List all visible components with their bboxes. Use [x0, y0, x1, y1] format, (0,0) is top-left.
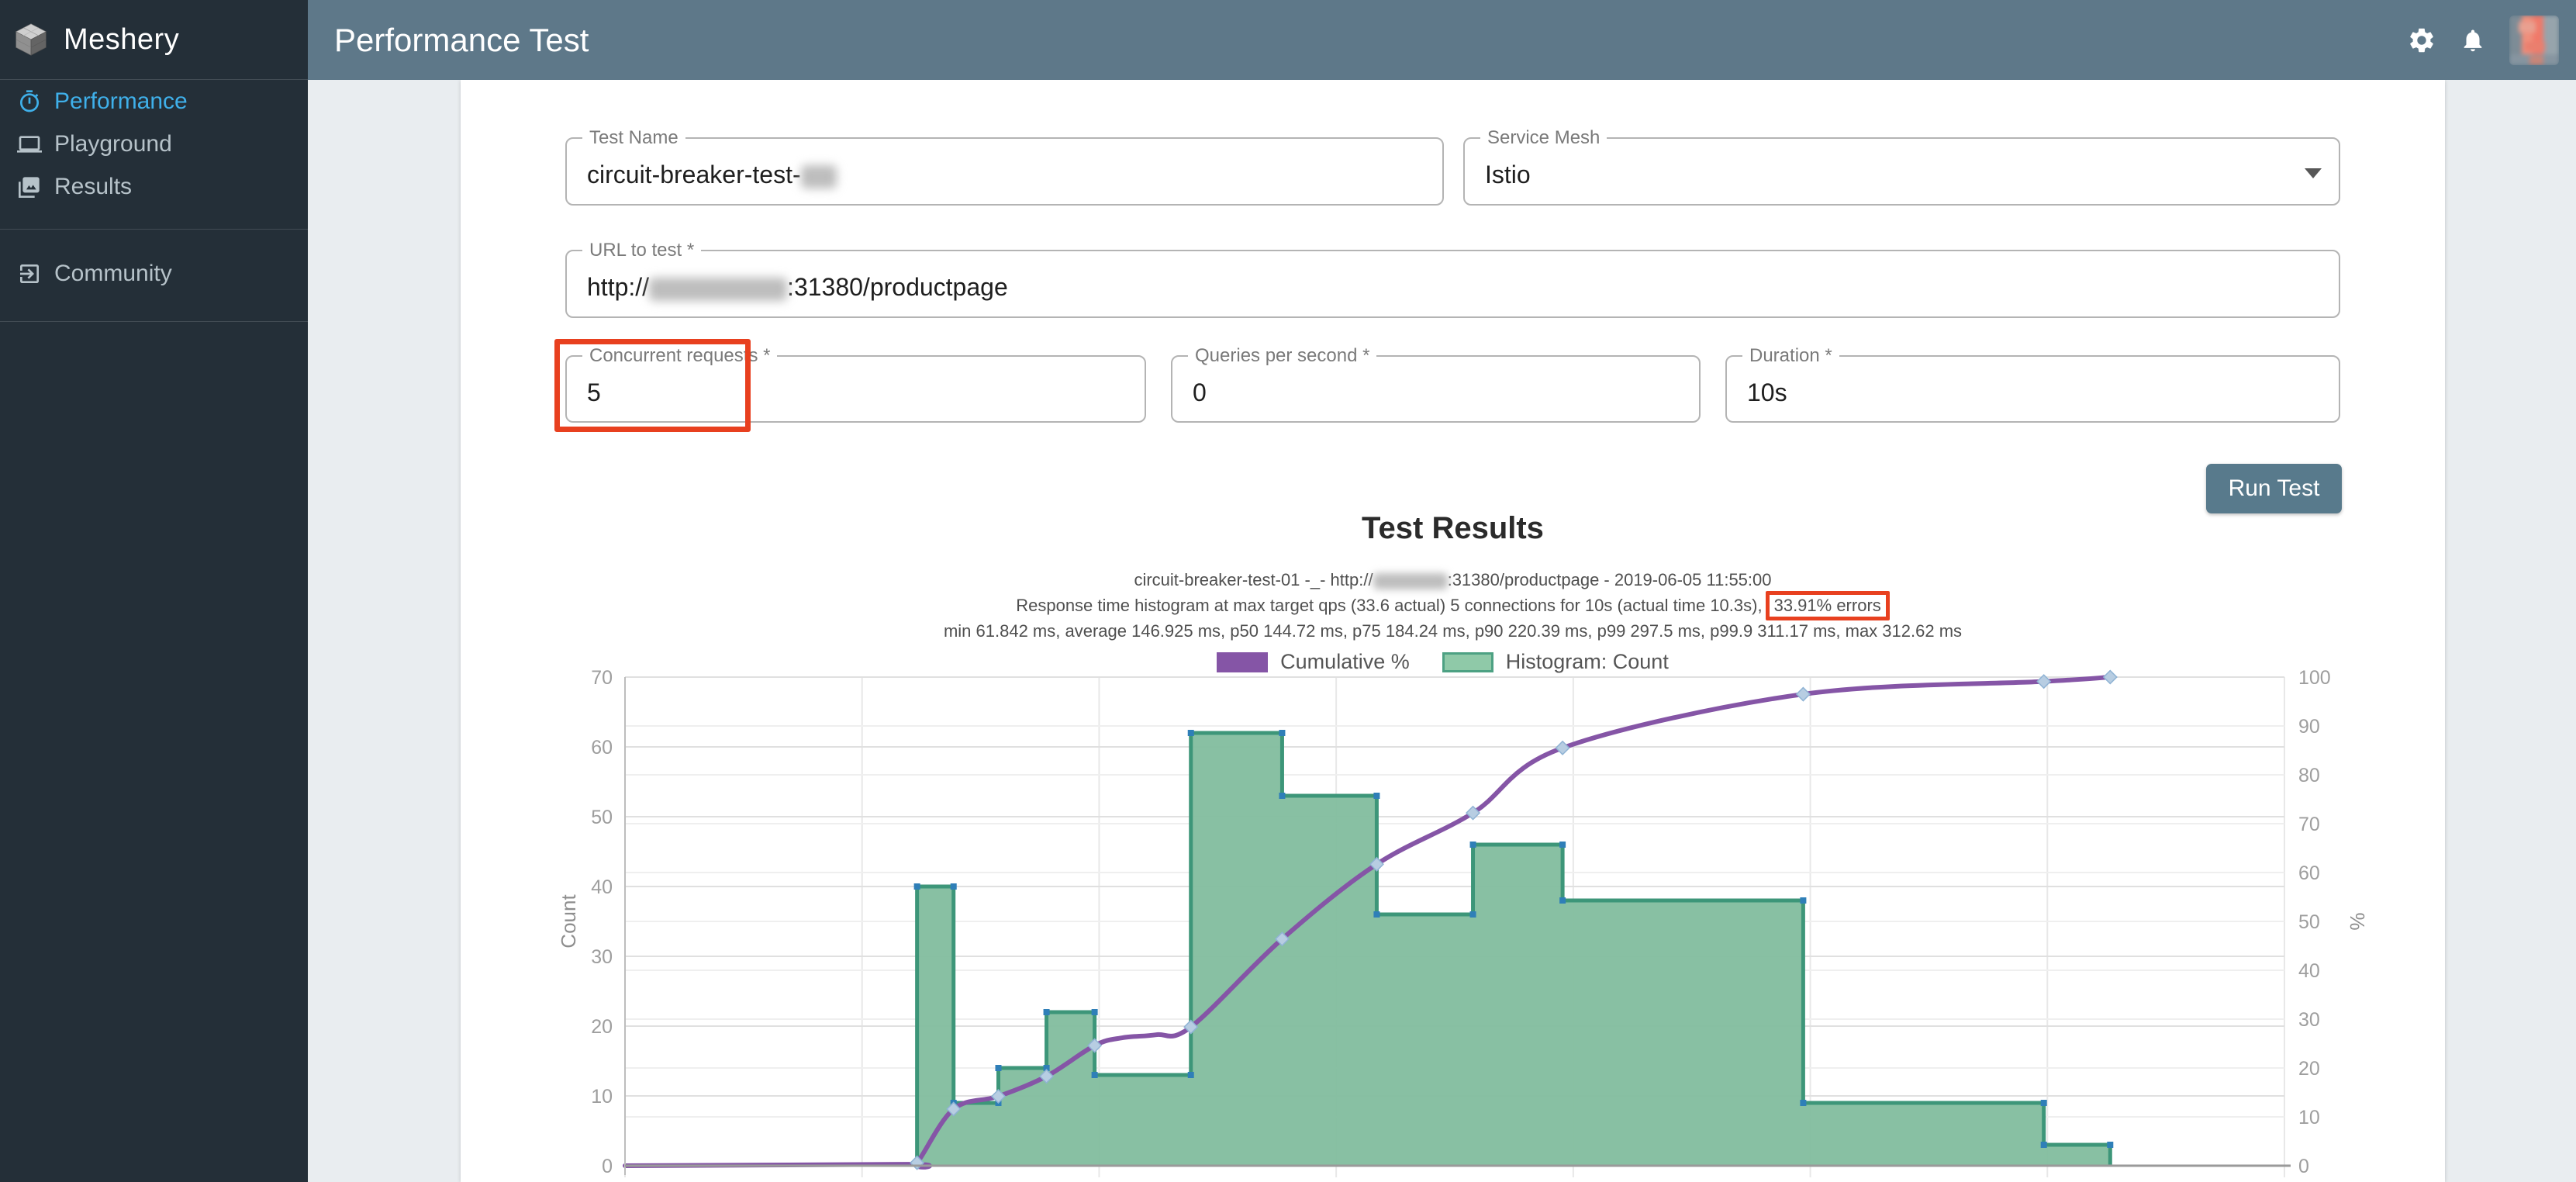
svg-text:0: 0: [602, 1156, 613, 1177]
svg-text:60: 60: [2298, 862, 2320, 884]
run-test-button[interactable]: Run Test: [2206, 464, 2342, 513]
svg-text:30: 30: [591, 946, 613, 968]
concurrent-requests-field[interactable]: Concurrent requests * 5: [565, 355, 1146, 423]
test-results-title: Test Results: [461, 511, 2445, 546]
svg-text:70: 70: [2298, 814, 2320, 835]
svg-text:50: 50: [2298, 911, 2320, 933]
url-label: URL to test *: [582, 240, 701, 261]
sidebar-item-label: Community: [54, 261, 172, 287]
url-value: http://:31380/productpage: [587, 273, 1008, 302]
concurrent-requests-value: 5: [587, 378, 601, 406]
svg-text:80: 80: [2298, 765, 2320, 786]
sidebar-item-performance[interactable]: Performance: [0, 80, 308, 123]
test-results-summary: circuit-breaker-test-01 -_- http://:3138…: [461, 569, 2445, 642]
brand-name: Meshery: [64, 23, 179, 57]
user-avatar[interactable]: [2509, 16, 2559, 65]
duration-value: 10s: [1747, 378, 1787, 406]
svg-text:90: 90: [2298, 716, 2320, 738]
latency-histogram-chart: 0 10 20 30 40 50 60 70 0 10 20 30 40 50 60 70 80 90 100 Cou…: [461, 669, 2445, 1182]
svg-text:40: 40: [591, 876, 613, 898]
brand-row[interactable]: Meshery: [0, 0, 308, 80]
laptop-icon: [17, 132, 42, 157]
summary-line-3: min 61.842 ms, average 146.925 ms, p50 1…: [461, 620, 2445, 642]
sidebar-item-community[interactable]: Community: [0, 252, 308, 295]
performance-test-card: Test Name circuit-breaker-test- Service …: [461, 80, 2445, 1182]
sidebar: Meshery Performance Playground Results: [0, 0, 308, 1182]
svg-text:0: 0: [2298, 1156, 2309, 1177]
sidebar-item-label: Playground: [54, 131, 172, 157]
timer-icon: [17, 89, 42, 114]
exit-icon: [17, 261, 42, 286]
svg-text:Count: Count: [557, 894, 580, 949]
settings-gear-icon[interactable]: [2407, 26, 2436, 55]
meshery-logo-icon: [12, 22, 50, 57]
summary-line-1: circuit-breaker-test-01 -_- http://:3138…: [461, 569, 2445, 591]
sidebar-divider: [0, 229, 308, 230]
svg-text:%: %: [2346, 912, 2369, 930]
concurrent-requests-label: Concurrent requests *: [582, 345, 777, 367]
summary-line-2: Response time histogram at max target qp…: [461, 591, 2445, 620]
app-header: Performance Test: [308, 0, 2576, 80]
svg-text:70: 70: [591, 669, 613, 689]
results-icon: [17, 175, 42, 199]
redacted-text: [801, 164, 837, 188]
service-mesh-select[interactable]: Service Mesh Istio: [1463, 137, 2340, 206]
test-name-label: Test Name: [582, 127, 685, 149]
svg-text:50: 50: [591, 807, 613, 828]
queries-per-second-label: Queries per second *: [1188, 345, 1376, 367]
meshery-app: Meshery Performance Playground Results: [0, 0, 2576, 1182]
svg-text:10: 10: [591, 1086, 613, 1108]
svg-text:20: 20: [591, 1016, 613, 1038]
svg-text:100: 100: [2298, 669, 2331, 689]
notifications-bell-icon[interactable]: [2460, 26, 2486, 55]
service-mesh-label: Service Mesh: [1480, 127, 1607, 149]
duration-field[interactable]: Duration * 10s: [1725, 355, 2340, 423]
svg-text:20: 20: [2298, 1058, 2320, 1080]
svg-text:10: 10: [2298, 1107, 2320, 1128]
test-name-field[interactable]: Test Name circuit-breaker-test-: [565, 137, 1444, 206]
test-name-value: circuit-breaker-test-: [587, 161, 837, 189]
sidebar-item-label: Results: [54, 174, 132, 200]
service-mesh-value: Istio: [1485, 161, 1531, 189]
svg-text:30: 30: [2298, 1009, 2320, 1031]
queries-per-second-value: 0: [1193, 378, 1207, 406]
queries-per-second-field[interactable]: Queries per second * 0: [1171, 355, 1701, 423]
page-title: Performance Test: [334, 22, 589, 59]
page-content: Test Name circuit-breaker-test- Service …: [308, 80, 2576, 1182]
sidebar-item-playground[interactable]: Playground: [0, 123, 308, 165]
sidebar-item-results[interactable]: Results: [0, 165, 308, 208]
svg-text:60: 60: [591, 737, 613, 759]
duration-label: Duration *: [1742, 345, 1839, 367]
redacted-text: [649, 277, 787, 300]
sidebar-item-label: Performance: [54, 88, 188, 115]
url-to-test-field[interactable]: URL to test * http://:31380/productpage: [565, 250, 2340, 318]
svg-text:40: 40: [2298, 960, 2320, 982]
sidebar-divider: [0, 321, 308, 322]
redacted-text: [1373, 573, 1448, 589]
annotation-box-errors: 33.91% errors: [1766, 591, 1890, 620]
chevron-down-icon[interactable]: [2305, 168, 2322, 178]
